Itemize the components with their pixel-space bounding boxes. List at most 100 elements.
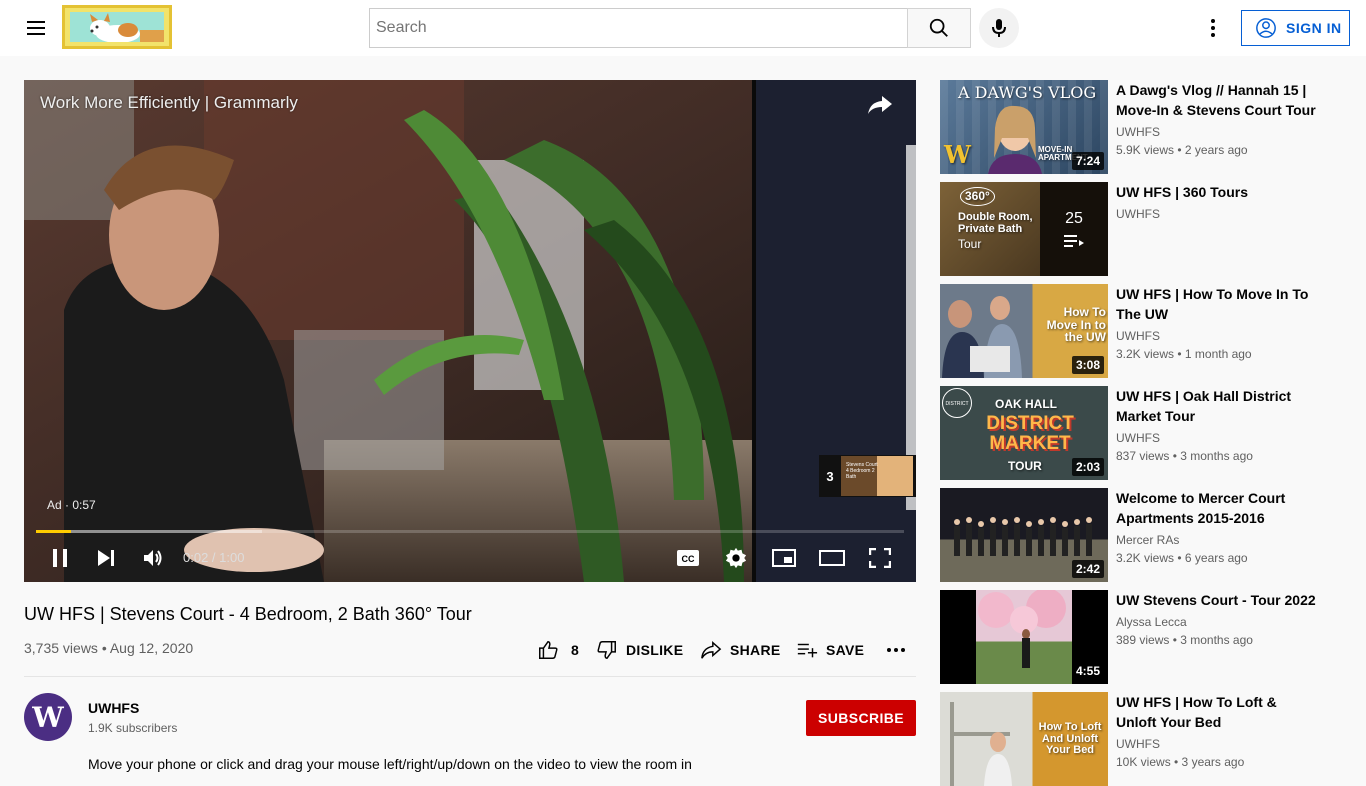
channel-name[interactable]: Alyssa Lecca <box>1116 615 1187 629</box>
thumb-subtitle-text: OAK HALL <box>995 397 1057 411</box>
playlist-overlay: 25 <box>1040 182 1108 276</box>
video-stats: 3.2K views • 6 years ago <box>1116 551 1248 565</box>
video-title: UW HFS | How To Move In To The UW <box>1116 286 1309 322</box>
video-title: UW HFS | Oak Hall District Market Tour <box>1116 388 1292 424</box>
video-thumbnail: 2:42 <box>940 488 1108 582</box>
up-next-card[interactable]: 3 Stevens Court 4 Bedroom 2 Bath <box>819 455 916 497</box>
save-label: SAVE <box>826 642 865 658</box>
like-button[interactable]: 8 <box>537 636 579 664</box>
subscribe-button[interactable]: SUBSCRIBE <box>806 700 916 736</box>
video-frame <box>24 80 916 582</box>
sign-in-button[interactable]: SIGN IN <box>1241 10 1350 46</box>
thumb-title-text: How To Move In to the UW <box>1046 305 1106 345</box>
gear-icon <box>725 547 747 569</box>
like-count: 8 <box>571 642 580 658</box>
progress-played <box>36 530 71 533</box>
up-next-thumbnail: Stevens Court 4 Bedroom 2 Bath <box>841 456 913 496</box>
channel-name[interactable]: Mercer RAs <box>1116 533 1179 547</box>
video-meta: 3,735 views • Aug 12, 2020 <box>24 640 194 656</box>
channel-name[interactable]: UWHFS <box>88 700 139 716</box>
recommended-video[interactable]: How To Loft And Unloft Your Bed UW HFS |… <box>940 692 1340 786</box>
search-button[interactable] <box>907 8 971 48</box>
video-stats: 5.9K views • 2 years ago <box>1116 143 1248 157</box>
share-arrow-icon[interactable] <box>864 92 896 118</box>
channel-name[interactable]: UWHFS <box>1116 329 1160 343</box>
video-title: A Dawg's Vlog // Hannah 15 | Move-In & S… <box>1116 82 1316 118</box>
video-player[interactable]: Work More Efficiently | Grammarly Ad · 0… <box>24 80 916 582</box>
microphone-icon <box>992 19 1006 37</box>
volume-icon <box>144 550 162 566</box>
miniplayer-button[interactable] <box>770 540 798 576</box>
video-title: UW HFS | How To Loft & Unloft Your Bed <box>1116 694 1277 730</box>
divider <box>24 676 916 677</box>
logo[interactable] <box>62 5 172 49</box>
dislike-label: DISLIKE <box>626 642 684 658</box>
video-description: Move your phone or click and drag your m… <box>88 756 692 772</box>
share-icon <box>701 641 722 659</box>
video-title: UW HFS | Stevens Court - 4 Bedroom, 2 Ba… <box>24 604 472 624</box>
video-stats: 837 views • 3 months ago <box>1116 449 1253 463</box>
dislike-button[interactable]: DISLIKE <box>596 636 683 664</box>
search-input[interactable] <box>370 9 908 47</box>
share-label: SHARE <box>730 642 781 658</box>
thumbs-down-icon <box>597 641 616 659</box>
theater-mode-icon <box>819 550 845 566</box>
recommended-video[interactable]: A DAWG'S VLOG W MOVE-IN APARTMENT 7:24 A… <box>940 80 1340 174</box>
settings-button[interactable] <box>722 540 750 576</box>
recommended-video[interactable]: 4:55 UW Stevens Court - Tour 2022 Alyssa… <box>940 590 1340 684</box>
recommended-video[interactable]: 2:42 Welcome to Mercer Court Apartments … <box>940 488 1340 582</box>
playlist-title: UW HFS | 360 Tours <box>1116 184 1249 200</box>
ad-countdown-label: Ad · 0:57 <box>47 498 96 512</box>
video-duration: 2:42 <box>1071 560 1104 578</box>
thumb-title-text: DISTRICT MARKET <box>986 413 1074 454</box>
recommended-video[interactable]: How To Move In to the UW 3:08 UW HFS | H… <box>940 284 1340 378</box>
account-icon <box>1256 18 1276 38</box>
channel-name[interactable]: UWHFS <box>1116 207 1160 221</box>
video-thumbnail: A DAWG'S VLOG W MOVE-IN APARTMENT 7:24 <box>940 80 1108 174</box>
thumb-title-text: Double Room, Private Bath <box>958 211 1033 235</box>
subscriber-count: 1.9K subscribers <box>88 721 178 735</box>
channel-name[interactable]: UWHFS <box>1116 125 1160 139</box>
recommended-video[interactable]: DISTRICT MARKET OAK HALL DISTRICT MARKET… <box>940 386 1340 480</box>
closed-captions-icon: CC <box>677 550 699 566</box>
channel-avatar[interactable]: W <box>24 693 72 741</box>
video-stats: 10K views • 3 years ago <box>1116 755 1245 769</box>
voice-search-button[interactable] <box>979 8 1019 48</box>
video-duration: 7:24 <box>1071 152 1104 170</box>
svg-text:CC: CC <box>682 554 695 564</box>
channel-name[interactable]: UWHFS <box>1116 431 1160 445</box>
search-box[interactable] <box>369 8 908 48</box>
video-thumbnail: DISTRICT MARKET OAK HALL DISTRICT MARKET… <box>940 386 1108 480</box>
captions-button[interactable]: CC <box>674 540 702 576</box>
progress-bar[interactable] <box>36 530 904 533</box>
playlist-thumbnail: 360° Double Room, Private Bath Tour 25 <box>940 182 1108 276</box>
thumb-tag-text: TOUR <box>1008 459 1042 473</box>
more-options-icon[interactable] <box>1201 16 1225 40</box>
more-actions-button[interactable] <box>884 636 908 664</box>
menu-icon[interactable] <box>24 18 48 38</box>
theater-mode-button[interactable] <box>818 540 846 576</box>
thumbs-up-icon <box>539 641 558 659</box>
mute-button[interactable] <box>138 540 168 576</box>
dog-logo-image <box>70 12 164 42</box>
share-button[interactable]: SHARE <box>700 636 781 664</box>
video-thumbnail: How To Move In to the UW 3:08 <box>940 284 1108 378</box>
thumb-subtitle-text: Tour <box>958 237 982 251</box>
next-button[interactable] <box>92 540 120 576</box>
miniplayer-icon <box>772 549 796 567</box>
video-thumbnail: How To Loft And Unloft Your Bed <box>940 692 1108 786</box>
up-next-number: 3 <box>826 468 834 484</box>
recommended-playlist[interactable]: 360° Double Room, Private Bath Tour 25 U… <box>940 182 1340 276</box>
thumb-title-text: How To Loft And Unloft Your Bed <box>1038 721 1102 757</box>
fullscreen-button[interactable] <box>866 540 894 576</box>
save-button[interactable]: SAVE <box>796 636 864 664</box>
channel-name[interactable]: UWHFS <box>1116 737 1160 751</box>
sign-in-label: SIGN IN <box>1286 20 1342 36</box>
pause-button[interactable] <box>46 540 74 576</box>
playlist-count: 25 <box>1065 210 1083 227</box>
more-horizontal-icon <box>887 648 905 652</box>
ad-title[interactable]: Work More Efficiently | Grammarly <box>40 93 298 113</box>
video-duration: 3:08 <box>1071 356 1104 374</box>
video-stats: 3.2K views • 1 month ago <box>1116 347 1252 361</box>
video-duration: 2:03 <box>1071 458 1104 476</box>
